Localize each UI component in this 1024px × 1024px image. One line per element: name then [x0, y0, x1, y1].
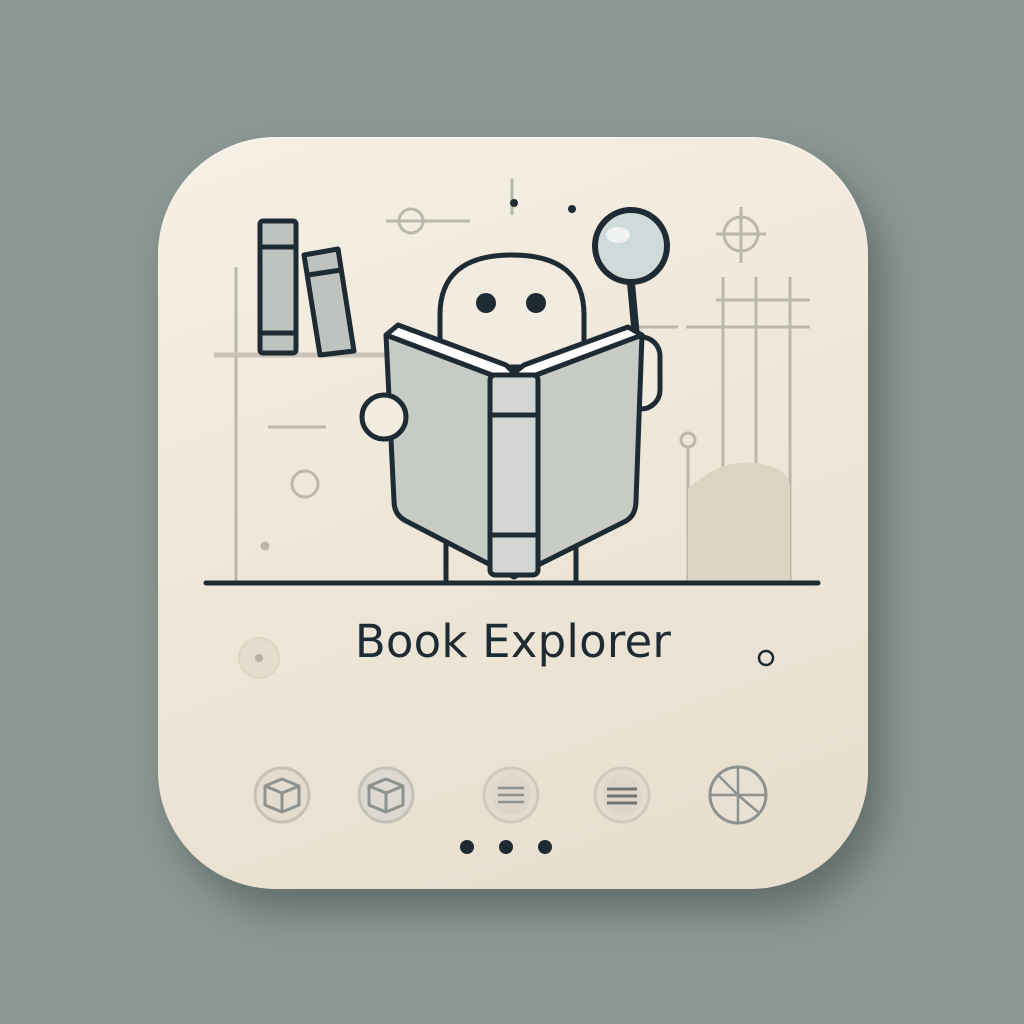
magnifying-glass-icon: [592, 207, 670, 341]
bookshelf-icon: [257, 218, 357, 358]
cube-icon[interactable]: [357, 766, 415, 824]
app-icon-card[interactable]: Book Explorer: [158, 137, 868, 889]
robot-reader-icon: [359, 252, 663, 583]
list-icon[interactable]: [482, 766, 540, 824]
more-dots-icon[interactable]: [456, 837, 556, 857]
illustration: [203, 179, 821, 586]
cube-icon[interactable]: [253, 766, 311, 824]
list-icon[interactable]: [593, 766, 651, 824]
pie-chart-icon[interactable]: [707, 764, 769, 826]
arch-shape: [688, 462, 790, 582]
app-title: Book Explorer: [354, 615, 672, 668]
